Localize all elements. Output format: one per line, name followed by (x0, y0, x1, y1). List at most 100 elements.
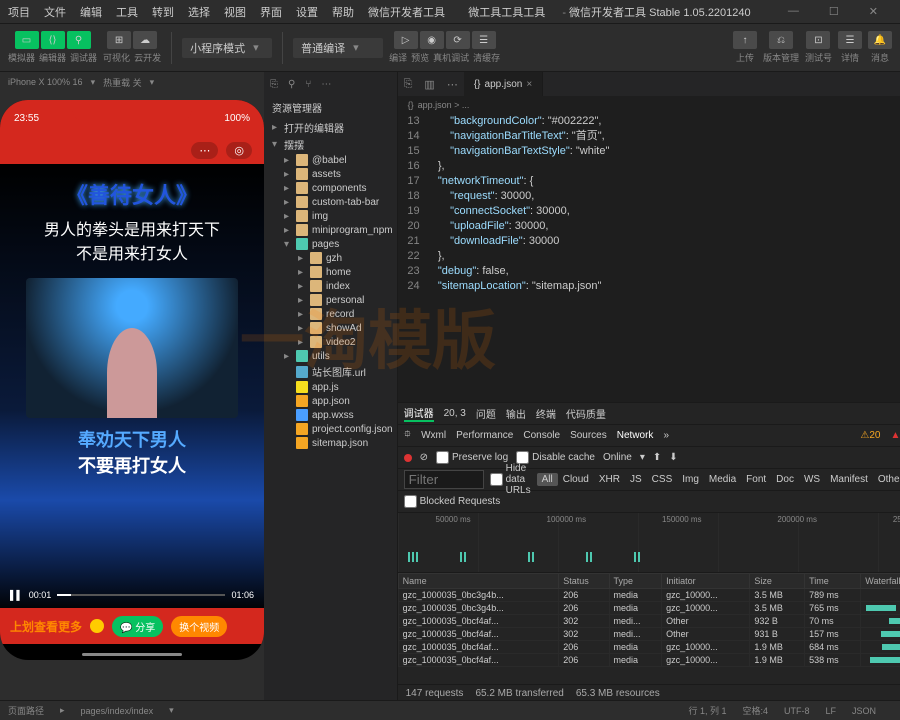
menu-edit[interactable]: 编辑 (80, 4, 102, 20)
cloud-button[interactable]: ☁ (133, 31, 157, 49)
video-area[interactable]: 《善待女人》 男人的拳头是用来打天下 不是用来打女人 奉劝天下男人 不要再打女人 (0, 164, 264, 612)
test-button[interactable]: ⊡ (806, 31, 830, 49)
filter-manifest[interactable]: Manifest (825, 473, 873, 486)
play-icon[interactable]: ▌▌ (10, 590, 23, 600)
menu-wechat[interactable]: 微信开发者工具 (368, 4, 445, 20)
tree-item-project-config-json[interactable]: project.config.json (264, 422, 397, 436)
version-button[interactable]: ⎌ (769, 31, 793, 49)
network-row[interactable]: gzc_1000035_0bc3g4b...206mediagzc_10000.… (398, 602, 900, 615)
remote-debug-button[interactable]: ⟳ (446, 31, 470, 49)
visual-button[interactable]: ⊞ (107, 31, 131, 49)
menu-settings[interactable]: 设置 (296, 4, 318, 20)
device-label[interactable]: iPhone X 100% 16 (8, 77, 83, 87)
online-select[interactable]: Online (603, 452, 632, 463)
error-badge[interactable]: ▲4 (890, 430, 900, 441)
project-root[interactable]: ▾摆摆 (264, 136, 397, 153)
simulator-button[interactable]: ▭ (15, 31, 39, 49)
tab-counter[interactable]: 20, 3 (444, 408, 466, 419)
minimize-icon[interactable]: — (788, 5, 799, 18)
tree-item-gzh[interactable]: ▸gzh (264, 251, 397, 265)
share-button[interactable]: 💬 分享 (112, 616, 163, 637)
compile-button[interactable]: ▷ (394, 31, 418, 49)
breadcrumb[interactable]: {} app.json > ... (398, 96, 900, 114)
tree-item-video2[interactable]: ▸video2 (264, 335, 397, 349)
split-icon[interactable]: ▥ (418, 78, 440, 91)
record-icon[interactable] (404, 454, 412, 462)
subtab-more-icon[interactable]: » (663, 430, 669, 441)
subtab-wxml[interactable]: Wxml (421, 430, 446, 441)
network-row[interactable]: gzc_1000035_0bcf4af...206mediagzc_10000.… (398, 654, 900, 667)
upload-button[interactable]: ↑ (733, 31, 757, 49)
explorer-icon[interactable]: ⎘ (270, 79, 278, 90)
tree-item-showAd[interactable]: ▸showAd (264, 321, 397, 335)
lang[interactable]: JSON (852, 706, 876, 716)
timeline[interactable]: 50000 ms100000 ms150000 ms200000 ms25000… (398, 513, 900, 573)
tab-output[interactable]: 输出 (506, 406, 526, 421)
git-icon[interactable]: ⑂ (305, 79, 311, 90)
close-icon[interactable]: ✕ (869, 5, 878, 18)
network-row[interactable]: gzc_1000035_0bcf4af...302medi...Other931… (398, 628, 900, 641)
subtab-sources[interactable]: Sources (570, 430, 607, 441)
upload-icon[interactable]: ⬆ (653, 452, 661, 463)
tree-item-personal[interactable]: ▸personal (264, 293, 397, 307)
tree-item-utils[interactable]: ▸utils (264, 349, 397, 363)
code-editor[interactable]: 131415161718192021222324 "backgroundColo… (398, 114, 900, 402)
editor-button[interactable]: ⟨⟩ (41, 31, 65, 49)
tab-quality[interactable]: 代码质量 (566, 406, 606, 421)
cursor-pos[interactable]: 行 1, 列 1 (688, 704, 726, 717)
warn-badge[interactable]: ⚠20 (860, 430, 880, 441)
ellipsis-icon[interactable]: ⋯ (441, 78, 464, 91)
menu-file[interactable]: 文件 (44, 4, 66, 20)
tree-item-app-wxss[interactable]: app.wxss (264, 408, 397, 422)
more-icon[interactable]: ⋯ (321, 79, 331, 90)
subtab-console[interactable]: Console (523, 430, 560, 441)
tree-item-record[interactable]: ▸record (264, 307, 397, 321)
menu-select[interactable]: 选择 (188, 4, 210, 20)
filter-input[interactable] (404, 470, 484, 489)
filter-xhr[interactable]: XHR (594, 473, 625, 486)
swipe-more[interactable]: 上划查看更多 (10, 618, 82, 635)
hide-urls-check[interactable] (490, 473, 503, 486)
menu-project[interactable]: 项目 (8, 4, 30, 20)
tree-item-app-js[interactable]: app.js (264, 380, 397, 394)
tree-item-home[interactable]: ▸home (264, 265, 397, 279)
compile-select[interactable]: 普通编译 (293, 38, 383, 58)
encoding[interactable]: UTF-8 (784, 706, 810, 716)
filter-other[interactable]: Other (873, 473, 900, 486)
filter-font[interactable]: Font (741, 473, 771, 486)
debugger-button[interactable]: ⚲ (67, 31, 91, 49)
download-icon[interactable]: ⬇ (669, 452, 677, 463)
filter-cloud[interactable]: Cloud (558, 473, 594, 486)
network-row[interactable]: gzc_1000035_0bcf4af...206mediagzc_10000.… (398, 641, 900, 654)
preview-button[interactable]: ◉ (420, 31, 444, 49)
menu-goto[interactable]: 转到 (152, 4, 174, 20)
tree-item-miniprogram_npm[interactable]: ▸miniprogram_npm (264, 223, 397, 237)
tab-close-icon[interactable]: × (526, 79, 532, 90)
indent[interactable]: 空格:4 (742, 704, 768, 717)
change-video-button[interactable]: 换个视频 (171, 616, 227, 637)
eol[interactable]: LF (825, 706, 836, 716)
network-row[interactable]: gzc_1000035_0bcf4af...302medi...Other932… (398, 615, 900, 628)
tree-item-img[interactable]: ▸img (264, 209, 397, 223)
tree-item--url[interactable]: 站长图库.url (264, 363, 397, 380)
filter-img[interactable]: Img (677, 473, 704, 486)
network-table[interactable]: NameStatusTypeInitiatorSizeTimeWaterfall… (398, 573, 900, 684)
tree-item-pages[interactable]: ▾pages (264, 237, 397, 251)
search-icon[interactable]: ⚲ (288, 79, 295, 90)
tab-problems[interactable]: 问题 (476, 406, 496, 421)
hotreload-label[interactable]: 热重载 关 (103, 76, 142, 89)
subtab-network[interactable]: Network (617, 430, 654, 441)
filter-all[interactable]: All (537, 473, 558, 486)
editor-icon[interactable]: ⎘ (398, 78, 419, 91)
inspect-icon[interactable]: ⯐ (404, 427, 412, 444)
page-path[interactable]: pages/index/index (81, 706, 154, 716)
capsule-close-icon[interactable]: ◎ (226, 142, 252, 159)
capsule-menu-icon[interactable]: ⋯ (191, 142, 218, 159)
subtab-performance[interactable]: Performance (456, 430, 513, 441)
tab-appjson[interactable]: {} app.json × (464, 72, 543, 96)
tree-item-assets[interactable]: ▸assets (264, 167, 397, 181)
menu-view[interactable]: 视图 (224, 4, 246, 20)
details-button[interactable]: ☰ (838, 31, 862, 49)
tree-item-sitemap-json[interactable]: sitemap.json (264, 436, 397, 450)
filter-doc[interactable]: Doc (771, 473, 799, 486)
